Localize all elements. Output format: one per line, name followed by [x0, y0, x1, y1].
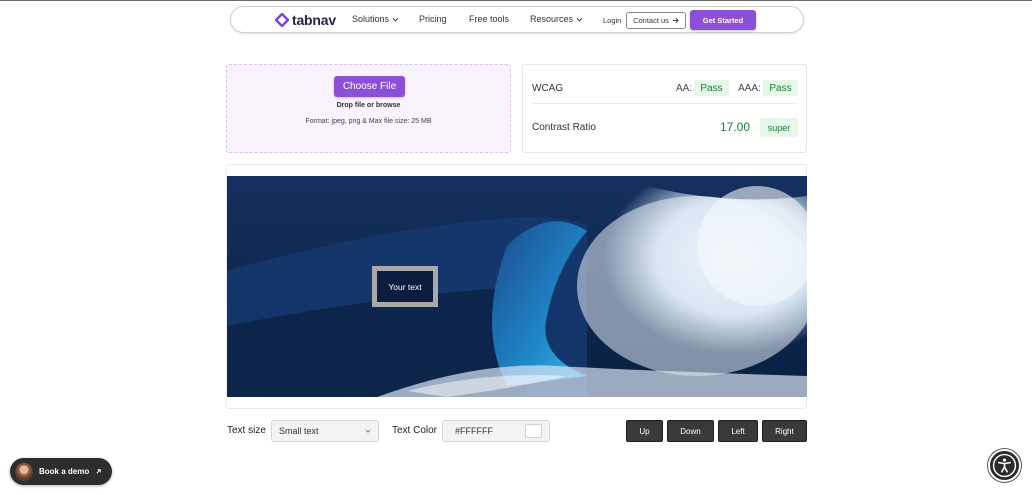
move-right-button[interactable]: Right	[762, 420, 807, 442]
text-overlay: Your text	[377, 271, 433, 302]
book-demo-button[interactable]: Book a demo	[10, 458, 112, 485]
contrast-ratio-label: Contrast Ratio	[532, 122, 596, 133]
text-color-input[interactable]: #FFFFFF	[442, 420, 550, 442]
nav-pricing-label: Pricing	[419, 14, 447, 24]
contrast-ratio-value: 17.00	[720, 120, 751, 134]
accessibility-button[interactable]	[988, 449, 1021, 482]
tabnav-logo-icon	[275, 13, 289, 27]
nav-solutions[interactable]: Solutions	[352, 14, 399, 24]
chevron-down-icon	[576, 17, 583, 21]
login-link[interactable]: Login	[603, 16, 621, 25]
nav-resources[interactable]: Resources	[530, 14, 583, 24]
accessibility-icon	[992, 453, 1017, 478]
wcag-results-panel: WCAG AA: Pass AAA: Pass Contrast Ratio 1…	[522, 64, 807, 153]
top-divider	[0, 0, 1032, 1]
aa-result-badge: Pass	[694, 80, 729, 96]
logo[interactable]: tabnav	[275, 12, 336, 28]
arrow-right-icon	[672, 18, 679, 23]
format-hint: Format: jpeg, png & Max file size: 25 MB	[305, 118, 432, 125]
text-size-label: Text size	[227, 425, 266, 436]
wcag-label: WCAG	[532, 83, 564, 94]
contact-us-label: Contact us	[633, 16, 669, 25]
contrast-ratio-badge: super	[760, 118, 798, 137]
nav-solutions-label: Solutions	[352, 14, 390, 24]
text-overlay-box[interactable]: Your text	[372, 266, 438, 307]
logo-text: tabnav	[292, 12, 336, 28]
book-demo-label: Book a demo	[39, 467, 90, 476]
color-swatch[interactable]	[525, 424, 542, 438]
uploaded-image-preview	[227, 176, 807, 397]
nav-free-tools[interactable]: Free tools	[469, 14, 509, 24]
aaa-label: AAA:	[738, 83, 761, 94]
aa-label: AA:	[676, 83, 693, 94]
divider	[532, 103, 797, 104]
arrow-up-right-icon	[96, 469, 101, 474]
text-color-value: #FFFFFF	[455, 426, 493, 436]
wave-image	[227, 176, 807, 397]
move-down-button[interactable]: Down	[667, 420, 714, 442]
avatar	[15, 462, 33, 481]
nav-pricing[interactable]: Pricing	[419, 14, 447, 24]
aaa-result-badge: Pass	[763, 80, 798, 96]
text-color-label: Text Color	[392, 425, 438, 436]
text-size-select[interactable]: Small text	[271, 420, 379, 442]
get-started-button[interactable]: Get Started	[690, 10, 756, 30]
chevron-down-icon	[365, 429, 371, 433]
drop-hint: Drop file or browse	[336, 102, 401, 109]
choose-file-button[interactable]: Choose File	[334, 76, 405, 97]
file-drop-zone[interactable]: Choose File Drop file or browse Format: …	[226, 64, 511, 153]
nav-resources-label: Resources	[530, 14, 574, 24]
contact-us-button[interactable]: Contact us	[626, 12, 686, 29]
move-left-button[interactable]: Left	[718, 420, 758, 442]
nav-free-tools-label: Free tools	[469, 14, 510, 24]
text-size-value: Small text	[279, 426, 319, 436]
move-up-button[interactable]: Up	[626, 420, 663, 442]
chevron-down-icon	[392, 17, 399, 21]
top-navbar: tabnav Solutions Pricing Free tools Reso…	[230, 6, 804, 33]
